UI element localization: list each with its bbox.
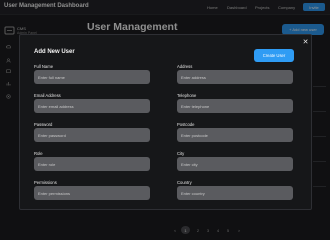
- create-user-button[interactable]: Create User: [254, 49, 294, 62]
- add-user-modal: Add New User ✕ Create User Full Name Ema…: [19, 34, 312, 210]
- city-field[interactable]: [177, 157, 293, 171]
- address-label: Address: [177, 64, 193, 69]
- postcode-label: Postcode: [177, 122, 195, 127]
- telephone-field[interactable]: [177, 99, 293, 113]
- role-field[interactable]: [34, 157, 150, 171]
- postcode-field[interactable]: [177, 128, 293, 142]
- permissions-field[interactable]: [34, 186, 150, 200]
- modal-title: Add New User: [34, 49, 75, 55]
- country-field[interactable]: [177, 186, 293, 200]
- close-icon[interactable]: ✕: [301, 38, 310, 47]
- country-label: Country: [177, 180, 192, 185]
- password-field[interactable]: [34, 128, 150, 142]
- full-name-field[interactable]: [34, 70, 150, 84]
- address-field[interactable]: [177, 70, 293, 84]
- permissions-label: Permissions: [34, 180, 57, 185]
- city-label: City: [177, 151, 185, 156]
- full-name-label: Full Name: [34, 64, 54, 69]
- email-label: Email Address: [34, 93, 61, 98]
- password-label: Password: [34, 122, 53, 127]
- email-field[interactable]: [34, 99, 150, 113]
- telephone-label: Telephone: [177, 93, 197, 98]
- role-label: Role: [34, 151, 43, 156]
